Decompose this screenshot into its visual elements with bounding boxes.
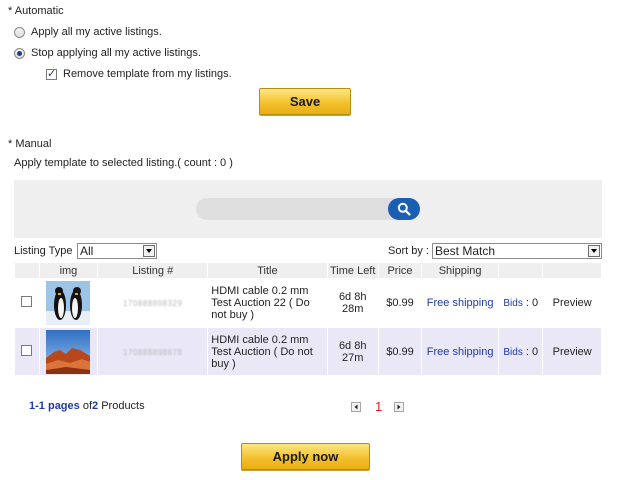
sort-by-label: Sort by : — [388, 245, 429, 257]
next-page-button[interactable] — [394, 402, 404, 412]
title-line: HDMI cable 0.2 mm — [211, 285, 309, 297]
bids-link[interactable]: Bids — [503, 298, 522, 309]
stop-applying-radio[interactable] — [14, 47, 25, 59]
time-left-minutes: 28m — [342, 303, 364, 315]
listing-table: img Listing # Title Time Left Price Ship… — [14, 262, 602, 376]
row-select-checkbox[interactable] — [21, 344, 33, 356]
stop-applying-option[interactable]: Stop applying all my active listings. — [14, 47, 201, 59]
row-select-checkbox[interactable] — [21, 296, 33, 307]
title-line: Test Auction 22 ( Do — [211, 297, 310, 309]
listing-title[interactable]: HDMI cable 0.2 mm Test Auction 22 ( Do n… — [208, 279, 327, 327]
apply-all-option[interactable]: Apply all my active listings. — [14, 26, 162, 38]
chevron-left-icon — [354, 404, 358, 410]
preview-link[interactable]: Preview — [543, 279, 601, 327]
header-title: Title — [208, 263, 327, 278]
header-select — [15, 263, 39, 278]
save-button[interactable]: Save — [259, 88, 351, 115]
sort-by-select[interactable]: Best Match — [432, 243, 602, 259]
listing-type-label: Listing Type — [14, 245, 73, 257]
table-row: 170888898678 HDMI cable 0.2 mm Test Auct… — [15, 328, 601, 375]
shipping: Free shipping — [422, 328, 499, 375]
bids-count: : 0 — [525, 345, 539, 358]
listing-type-select[interactable]: All — [77, 243, 157, 259]
table-row: 170888898329 HDMI cable 0.2 mm Test Auct… — [15, 279, 601, 327]
search-input[interactable] — [196, 198, 406, 220]
header-price: Price — [378, 263, 422, 278]
desert-thumbnail[interactable] — [46, 329, 91, 374]
remove-template-option[interactable]: Remove template from my listings. — [46, 67, 232, 80]
header-listing-no: Listing # — [98, 263, 208, 278]
remove-template-checkbox[interactable] — [46, 67, 57, 80]
pagination-summary: 1-1 pages of2 Products — [29, 400, 145, 412]
apply-template-count: Apply template to selected listing.( cou… — [14, 157, 233, 169]
listing-number[interactable]: 170888898678 — [123, 348, 182, 357]
remove-template-label: Remove template from my listings. — [63, 68, 232, 80]
apply-all-label: Apply all my active listings. — [31, 26, 162, 38]
search-area — [14, 180, 602, 238]
chevron-right-icon — [397, 404, 401, 410]
automatic-heading: * Automatic — [8, 5, 64, 17]
time-left: 6d 8h 27m — [327, 328, 378, 375]
table-header: img Listing # Title Time Left Price Ship… — [15, 263, 601, 278]
price: $0.99 — [378, 279, 422, 327]
stop-applying-label: Stop applying all my active listings. — [31, 47, 201, 59]
product-count: 2 — [92, 400, 99, 412]
header-time-left: Time Left — [327, 263, 378, 278]
header-img: img — [39, 263, 98, 278]
title-line: buy ) — [211, 357, 236, 370]
shipping: Free shipping — [422, 279, 499, 327]
page-range: 1-1 — [29, 400, 45, 412]
manual-heading: * Manual — [8, 138, 52, 150]
current-page[interactable]: 1 — [375, 399, 382, 414]
listing-type-value: All — [80, 244, 94, 258]
title-line: HDMI cable 0.2 mm — [211, 333, 309, 346]
pages-word: pages — [47, 400, 80, 412]
time-left: 6d 8h 28m — [327, 279, 378, 327]
time-left-days: 6d 8h — [338, 291, 367, 303]
apply-now-button[interactable]: Apply now — [241, 443, 370, 470]
price: $0.99 — [378, 328, 422, 375]
of-word: of — [82, 400, 93, 412]
search-button[interactable] — [388, 198, 420, 220]
apply-all-radio[interactable] — [14, 26, 25, 38]
bids: Bids : 0 — [499, 279, 543, 327]
title-line: not buy ) — [211, 309, 255, 321]
search-icon — [397, 202, 411, 216]
bids-count: : 0 — [525, 297, 539, 309]
penguins-thumbnail[interactable] — [46, 281, 91, 325]
sort-by-value: Best Match — [435, 244, 496, 258]
products-word: Products — [101, 400, 145, 412]
header-bids — [499, 263, 543, 278]
time-left-minutes: 27m — [342, 351, 364, 364]
header-shipping: Shipping — [422, 263, 499, 278]
chevron-down-icon — [143, 245, 155, 257]
title-line: Test Auction ( Do not — [211, 345, 313, 358]
preview-link[interactable]: Preview — [543, 328, 601, 375]
bids: Bids : 0 — [499, 328, 543, 375]
listing-title[interactable]: HDMI cable 0.2 mm Test Auction ( Do not … — [208, 328, 327, 375]
listing-number[interactable]: 170888898329 — [123, 299, 182, 308]
bids-link[interactable]: Bids — [503, 347, 522, 358]
header-preview — [543, 263, 601, 278]
time-left-days: 6d 8h — [338, 339, 367, 352]
chevron-down-icon — [588, 245, 600, 257]
prev-page-button[interactable] — [351, 402, 361, 412]
